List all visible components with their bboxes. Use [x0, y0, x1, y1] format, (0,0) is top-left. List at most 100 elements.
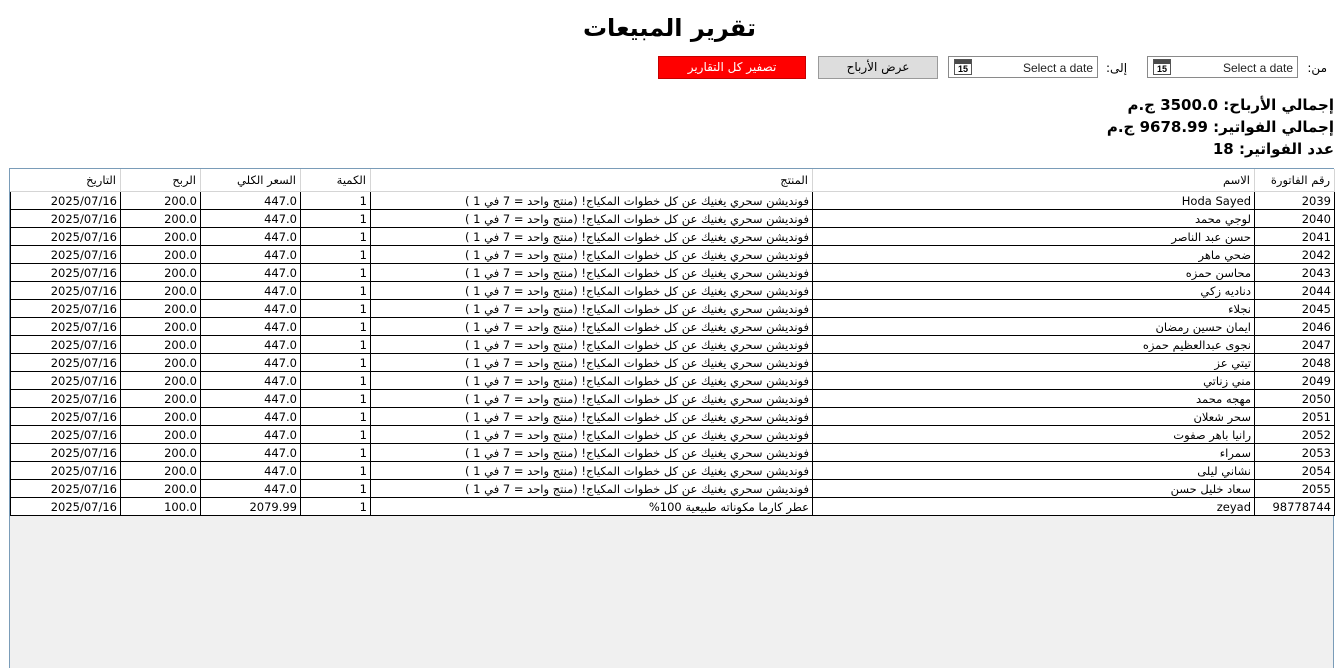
table-row[interactable]: 2050 مهجه محمد فونديشن سحري يغنيك عن كل خط…	[10, 389, 1335, 408]
profit-cell: 200.0	[120, 371, 201, 390]
profit-cell: 200.0	[120, 425, 201, 444]
table-row[interactable]: 2041 حسن عبد الناصر فونديشن سحري يغنيك عن …	[10, 227, 1335, 246]
invoice-number-cell: 2040	[1254, 209, 1335, 228]
table-header-row: رقم الفاتورة الاسم المنتج الكمية السعر ا…	[10, 169, 1335, 192]
table-row[interactable]: 2040 لوجي محمد فونديشن سحري يغنيك عن كل خط…	[10, 209, 1335, 228]
quantity-cell: 1	[300, 389, 371, 408]
quantity-cell: 1	[300, 317, 371, 336]
date-cell: 2025/07/16	[10, 335, 121, 354]
show-profits-button[interactable]: عرض الأرباح	[818, 56, 938, 79]
table-row[interactable]: 2039 Hoda Sayed فونديشن سحري يغنيك عن كل خ…	[10, 191, 1335, 210]
column-header-date[interactable]: التاريخ	[10, 169, 121, 192]
from-label: من:	[1307, 61, 1327, 75]
profit-cell: 200.0	[120, 263, 201, 282]
total-price-cell: 447.0	[200, 281, 301, 300]
invoice-number-cell: 2055	[1254, 479, 1335, 498]
quantity-cell: 1	[300, 479, 371, 498]
total-price-cell: 447.0	[200, 317, 301, 336]
name-cell: دناديه زكي	[812, 281, 1255, 300]
table-row[interactable]: 98778744 zeyad عطر كارما مكوناته طبيعية 10…	[10, 497, 1335, 516]
profit-cell: 200.0	[120, 227, 201, 246]
from-date-picker[interactable]: Select a date 15	[1147, 56, 1298, 78]
table-row[interactable]: 2051 سحر شعلان فونديشن سحري يغنيك عن كل خط…	[10, 407, 1335, 426]
total-price-cell: 447.0	[200, 371, 301, 390]
total-price-cell: 447.0	[200, 425, 301, 444]
product-cell: فونديشن سحري يغنيك عن كل خطوات المكياج! …	[370, 317, 813, 336]
profit-cell: 200.0	[120, 353, 201, 372]
product-cell: فونديشن سحري يغنيك عن كل خطوات المكياج! …	[370, 299, 813, 318]
invoice-number-cell: 2047	[1254, 335, 1335, 354]
table-row[interactable]: 2042 ضحي ماهر فونديشن سحري يغنيك عن كل خطو…	[10, 245, 1335, 264]
product-cell: فونديشن سحري يغنيك عن كل خطوات المكياج! …	[370, 263, 813, 282]
invoice-number-cell: 2042	[1254, 245, 1335, 264]
calendar-icon[interactable]: 15	[1153, 59, 1171, 75]
to-date-picker[interactable]: Select a date 15	[948, 56, 1098, 78]
to-date-placeholder: Select a date	[1022, 61, 1093, 75]
table-row[interactable]: 2043 محاسن حمزه فونديشن سحري يغنيك عن كل خ…	[10, 263, 1335, 282]
invoice-number-cell: 98778744	[1254, 497, 1335, 516]
invoice-number-cell: 2043	[1254, 263, 1335, 282]
total-price-cell: 447.0	[200, 227, 301, 246]
table-row[interactable]: 2048 تيتي عز فونديشن سحري يغنيك عن كل خطوا…	[10, 353, 1335, 372]
table-row[interactable]: 2055 سعاد خليل حسن فونديشن سحري يغنيك عن ك…	[10, 479, 1335, 498]
total-price-cell: 447.0	[200, 389, 301, 408]
date-cell: 2025/07/16	[10, 389, 121, 408]
invoice-number-cell: 2053	[1254, 443, 1335, 462]
column-header-name[interactable]: الاسم	[812, 169, 1255, 192]
to-label: إلى:	[1106, 61, 1128, 75]
calendar-icon[interactable]: 15	[954, 59, 972, 75]
column-header-profit[interactable]: الربح	[120, 169, 201, 192]
reset-all-reports-button[interactable]: تصفير كل التقارير	[658, 56, 806, 79]
date-cell: 2025/07/16	[10, 299, 121, 318]
name-cell: محاسن حمزه	[812, 263, 1255, 282]
sales-table[interactable]: رقم الفاتورة الاسم المنتج الكمية السعر ا…	[9, 168, 1335, 668]
quantity-cell: 1	[300, 245, 371, 264]
profit-cell: 100.0	[120, 497, 201, 516]
quantity-cell: 1	[300, 461, 371, 480]
total-price-cell: 447.0	[200, 443, 301, 462]
profit-cell: 200.0	[120, 461, 201, 480]
from-date-placeholder: Select a date	[1222, 61, 1293, 75]
date-cell: 2025/07/16	[10, 425, 121, 444]
profit-cell: 200.0	[120, 479, 201, 498]
total-price-cell: 447.0	[200, 353, 301, 372]
product-cell: فونديشن سحري يغنيك عن كل خطوات المكياج! …	[370, 371, 813, 390]
total-price-cell: 447.0	[200, 263, 301, 282]
total-price-cell: 447.0	[200, 209, 301, 228]
table-row[interactable]: 2046 ايمان حسين رمضان فونديشن سحري يغنيك ع…	[10, 317, 1335, 336]
invoice-number-cell: 2049	[1254, 371, 1335, 390]
table-row[interactable]: 2045 نجلاء فونديشن سحري يغنيك عن كل خطوات …	[10, 299, 1335, 318]
total-price-cell: 447.0	[200, 245, 301, 264]
table-row[interactable]: 2053 سمراء فونديشن سحري يغنيك عن كل خطوات …	[10, 443, 1335, 462]
product-cell: فونديشن سحري يغنيك عن كل خطوات المكياج! …	[370, 353, 813, 372]
date-cell: 2025/07/16	[10, 317, 121, 336]
product-cell: فونديشن سحري يغنيك عن كل خطوات المكياج! …	[370, 389, 813, 408]
product-cell: فونديشن سحري يغنيك عن كل خطوات المكياج! …	[370, 209, 813, 228]
date-cell: 2025/07/16	[10, 443, 121, 462]
column-header-invoice-number[interactable]: رقم الفاتورة	[1254, 169, 1335, 192]
table-row[interactable]: 2044 دناديه زكي فونديشن سحري يغنيك عن كل خ…	[10, 281, 1335, 300]
name-cell: zeyad	[812, 497, 1255, 516]
date-cell: 2025/07/16	[10, 479, 121, 498]
product-cell: عطر كارما مكوناته طبيعية 100%	[370, 497, 813, 516]
date-cell: 2025/07/16	[10, 353, 121, 372]
name-cell: ايمان حسين رمضان	[812, 317, 1255, 336]
profit-cell: 200.0	[120, 209, 201, 228]
profit-cell: 200.0	[120, 443, 201, 462]
name-cell: نجلاء	[812, 299, 1255, 318]
name-cell: سعاد خليل حسن	[812, 479, 1255, 498]
invoice-number-cell: 2045	[1254, 299, 1335, 318]
column-header-quantity[interactable]: الكمية	[300, 169, 371, 192]
table-row[interactable]: 2049 مني زناتي فونديشن سحري يغنيك عن كل خط…	[10, 371, 1335, 390]
total-price-cell: 447.0	[200, 461, 301, 480]
column-header-product[interactable]: المنتج	[370, 169, 813, 192]
column-header-total-price[interactable]: السعر الكلي	[200, 169, 301, 192]
product-cell: فونديشن سحري يغنيك عن كل خطوات المكياج! …	[370, 335, 813, 354]
quantity-cell: 1	[300, 353, 371, 372]
table-row[interactable]: 2054 نشاني ليلى فونديشن سحري يغنيك عن كل خ…	[10, 461, 1335, 480]
date-cell: 2025/07/16	[10, 407, 121, 426]
table-row[interactable]: 2047 نجوى عبدالعظيم حمزه فونديشن سحري يغني…	[10, 335, 1335, 354]
invoice-number-cell: 2052	[1254, 425, 1335, 444]
quantity-cell: 1	[300, 371, 371, 390]
table-row[interactable]: 2052 رانيا باهر صفوت فونديشن سحري يغنيك عن…	[10, 425, 1335, 444]
